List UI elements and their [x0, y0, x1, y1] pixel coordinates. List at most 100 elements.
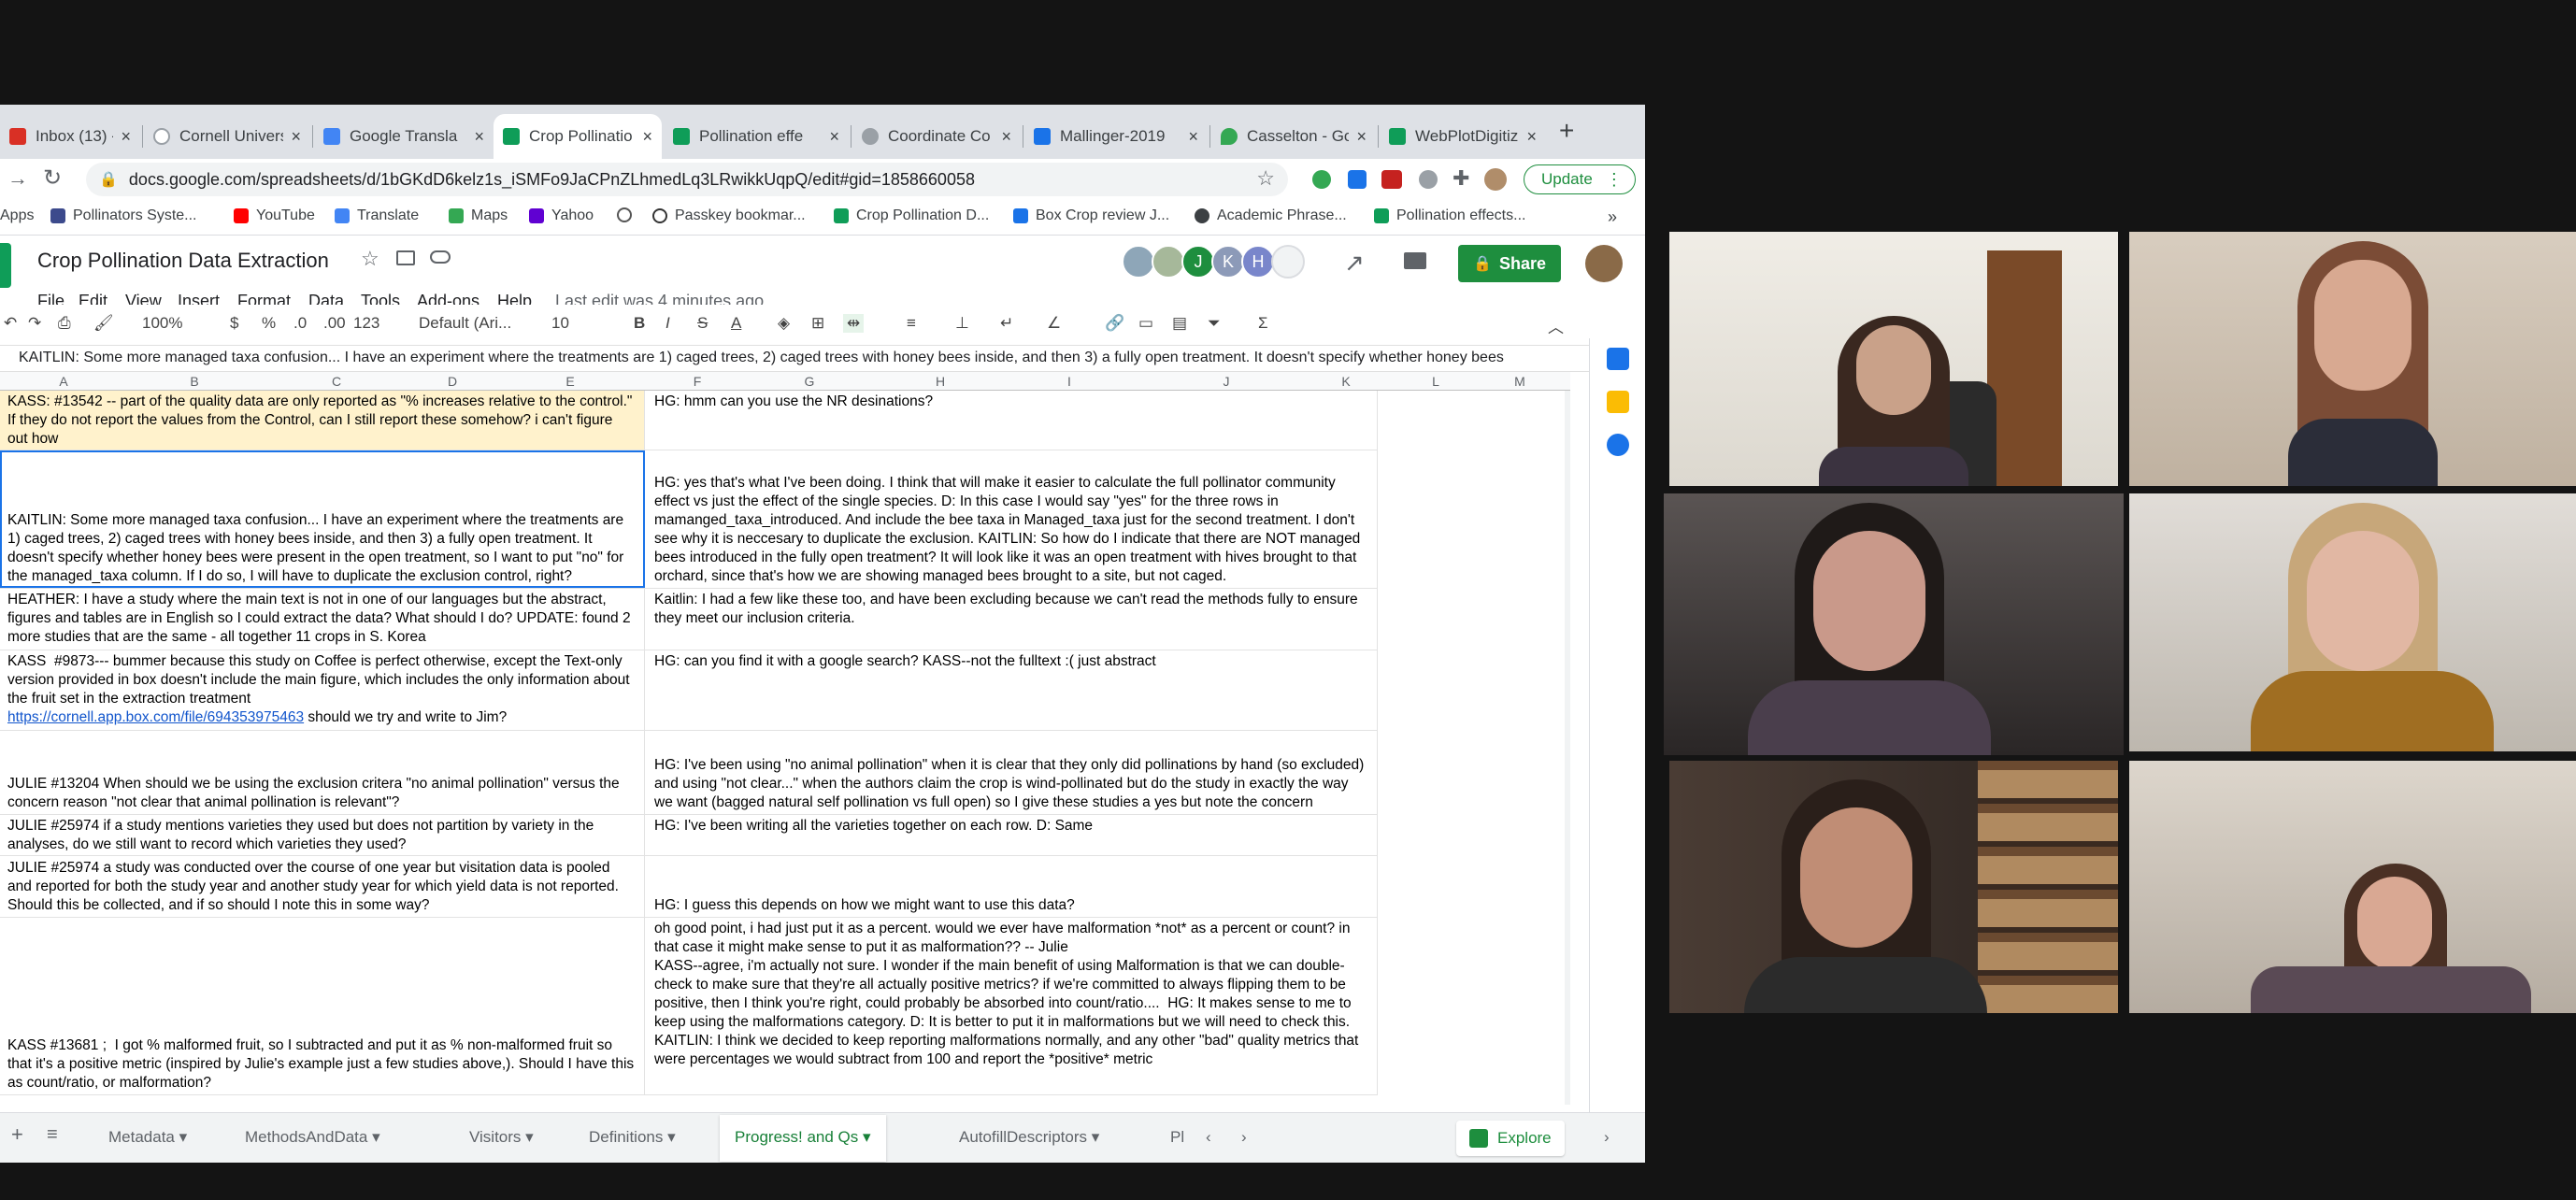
- avatar[interactable]: [1122, 245, 1155, 279]
- cell-answer[interactable]: HG: hmm can you use the NR desinations?: [647, 391, 1378, 450]
- close-icon[interactable]: ×: [474, 127, 484, 147]
- extension-icon[interactable]: [1381, 170, 1402, 189]
- cell-answer[interactable]: Kaitlin: I had a few like these too, and…: [647, 589, 1378, 650]
- bookmark-item[interactable]: [617, 207, 639, 222]
- cell-answer[interactable]: HG: can you find it with a google search…: [647, 650, 1378, 730]
- avatar[interactable]: J: [1181, 245, 1215, 279]
- sheet-tab-methodsanddata[interactable]: MethodsAndData ▾: [245, 1128, 380, 1147]
- all-sheets-icon[interactable]: ≡: [47, 1124, 58, 1146]
- column-header[interactable]: G: [791, 374, 828, 389]
- scroll-tabs-right-icon[interactable]: ›: [1241, 1128, 1247, 1147]
- activity-trend-icon[interactable]: ↗: [1344, 249, 1365, 278]
- formula-bar[interactable]: KAITLIN: Some more managed taxa confusio…: [0, 346, 1645, 372]
- puzzle-icon[interactable]: ✚: [1453, 166, 1469, 191]
- document-title[interactable]: Crop Pollination Data Extraction: [37, 249, 329, 273]
- avatar[interactable]: [1152, 245, 1185, 279]
- undo-icon[interactable]: ↶: [4, 314, 17, 333]
- functions-icon[interactable]: Σ: [1258, 314, 1268, 333]
- cell-answer[interactable]: HG: I've been using "no animal pollinati…: [647, 731, 1378, 814]
- font-select[interactable]: Default (Ari...: [419, 314, 511, 333]
- star-icon[interactable]: ☆: [361, 247, 379, 271]
- video-tile[interactable]: [1669, 761, 2118, 1013]
- browser-tab[interactable]: Google Transla ×: [314, 114, 494, 159]
- cell-answer[interactable]: HG: I've been writing all the varieties …: [647, 815, 1378, 855]
- bookmark-apps[interactable]: Apps: [0, 207, 34, 224]
- star-icon[interactable]: ☆: [1256, 166, 1275, 191]
- column-header[interactable]: K: [1327, 374, 1365, 389]
- avatar[interactable]: H: [1241, 245, 1275, 279]
- share-button[interactable]: 🔒 Share: [1458, 245, 1561, 282]
- column-header[interactable]: I: [1051, 374, 1088, 389]
- browser-tab[interactable]: Pollination effe ×: [664, 114, 849, 159]
- sheet-tab-visitors[interactable]: Visitors ▾: [469, 1128, 534, 1147]
- borders-icon[interactable]: ⊞: [811, 314, 824, 333]
- column-header[interactable]: M: [1501, 374, 1538, 389]
- url-input[interactable]: 🔒 docs.google.com/spreadsheets/d/1bGKdD6…: [86, 163, 1288, 196]
- sheet-tab-autofilldescriptors[interactable]: AutofillDescriptors ▾: [959, 1128, 1099, 1147]
- extension-icon[interactable]: [1419, 170, 1438, 189]
- vertical-scrollbar[interactable]: [1565, 391, 1570, 1105]
- font-size-select[interactable]: 10: [551, 314, 569, 333]
- cell-question[interactable]: HEATHER: I have a study where the main t…: [0, 589, 645, 650]
- extension-icon[interactable]: [1312, 170, 1331, 189]
- avatar[interactable]: K: [1211, 245, 1245, 279]
- bookmark-item[interactable]: Maps: [449, 207, 508, 224]
- box-file-link[interactable]: https://cornell.app.box.com/file/6943539…: [7, 709, 304, 725]
- scroll-tabs-left-icon[interactable]: ‹: [1206, 1128, 1211, 1147]
- video-tile-active-speaker[interactable]: [1664, 493, 2124, 755]
- video-tile[interactable]: [2129, 761, 2576, 1013]
- browser-tab[interactable]: Coordinate Co ×: [852, 114, 1021, 159]
- insert-chart-icon[interactable]: ▤: [1172, 314, 1187, 333]
- expand-side-panel-icon[interactable]: ›: [1604, 1128, 1610, 1147]
- text-color-button[interactable]: A: [731, 314, 741, 333]
- more-formats-button[interactable]: 123: [353, 314, 379, 333]
- align-left-icon[interactable]: ≡: [907, 314, 916, 333]
- sheet-tab-definitions[interactable]: Definitions ▾: [589, 1128, 676, 1147]
- paint-format-icon[interactable]: 🖌: [93, 314, 114, 333]
- cell-question[interactable]: JULIE #25974 if a study mentions varieti…: [0, 815, 645, 855]
- link-icon[interactable]: 🔗: [1105, 314, 1124, 333]
- bookmark-item[interactable]: Passkey bookmar...: [652, 207, 806, 224]
- comments-avatar-icon[interactable]: [1271, 245, 1305, 279]
- keep-icon[interactable]: [1607, 391, 1629, 413]
- text-rotation-icon[interactable]: ∠: [1047, 314, 1061, 333]
- sheets-logo-icon[interactable]: [0, 243, 11, 288]
- strikethrough-button[interactable]: S: [697, 314, 708, 333]
- cell-question[interactable]: KASS #13681 ; I got % malformed fruit, s…: [0, 918, 645, 1094]
- cell-question[interactable]: JULIE #25974 a study was conducted over …: [0, 856, 645, 917]
- bookmark-item[interactable]: Academic Phrase...: [1195, 207, 1347, 224]
- close-icon[interactable]: ×: [121, 127, 131, 147]
- bookmark-item[interactable]: Translate: [335, 207, 419, 224]
- percent-format-button[interactable]: %: [262, 314, 276, 333]
- explore-button[interactable]: Explore: [1456, 1121, 1565, 1156]
- close-icon[interactable]: ×: [1188, 127, 1198, 147]
- bookmark-item[interactable]: Yahoo: [529, 207, 594, 224]
- merge-cells-icon[interactable]: ⇹: [843, 314, 865, 333]
- cell-answer[interactable]: oh good point, i had just put it as a pe…: [647, 918, 1378, 1094]
- column-header[interactable]: C: [318, 374, 355, 389]
- decrease-decimal-button[interactable]: .0: [293, 314, 307, 333]
- close-icon[interactable]: ×: [1356, 127, 1367, 147]
- new-tab-button[interactable]: +: [1559, 116, 1574, 146]
- extension-icon[interactable]: [1348, 170, 1367, 189]
- column-header[interactable]: A: [45, 374, 82, 389]
- column-header[interactable]: L: [1417, 374, 1454, 389]
- bookmark-item[interactable]: Pollination effects...: [1374, 207, 1525, 224]
- close-icon[interactable]: ×: [642, 127, 652, 147]
- close-icon[interactable]: ×: [1526, 127, 1537, 147]
- video-tile[interactable]: [2129, 493, 2576, 751]
- cell-answer[interactable]: HG: I guess this depends on how we might…: [647, 856, 1378, 917]
- account-avatar[interactable]: [1585, 245, 1623, 282]
- zoom-select[interactable]: 100%: [142, 314, 182, 333]
- print-icon[interactable]: ⎙: [58, 314, 71, 333]
- currency-format-button[interactable]: $: [230, 314, 238, 333]
- cell-question[interactable]: JULIE #13204 When should we be using the…: [0, 731, 645, 814]
- fill-color-icon[interactable]: ◈: [778, 314, 790, 333]
- video-tile[interactable]: [2129, 232, 2576, 486]
- increase-decimal-button[interactable]: .00: [323, 314, 346, 333]
- profile-avatar[interactable]: [1484, 168, 1507, 191]
- column-header[interactable]: E: [551, 374, 589, 389]
- cell-question-selected[interactable]: KAITLIN: Some more managed taxa confusio…: [0, 450, 645, 588]
- bookmark-item[interactable]: Crop Pollination D...: [834, 207, 989, 224]
- valign-icon[interactable]: ⊥: [955, 314, 969, 333]
